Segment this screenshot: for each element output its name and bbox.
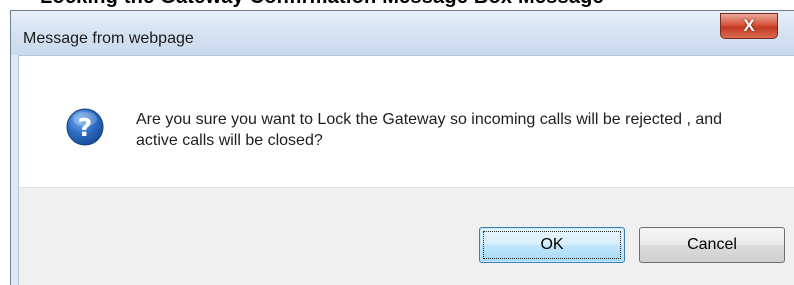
dialog-client-area: ? Are you sure you want to Lock the Gate… (18, 55, 794, 285)
message-area: ? Are you sure you want to Lock the Gate… (19, 56, 794, 187)
background-heading: Locking the Gateway Confirmation Message… (40, 0, 760, 9)
focus-rectangle (483, 231, 621, 259)
dialog-title: Message from webpage (23, 30, 194, 47)
close-button[interactable]: X (720, 13, 778, 39)
cancel-button[interactable]: Cancel (639, 227, 785, 263)
background-page-strip: Locking the Gateway Confirmation Message… (0, 0, 794, 10)
question-icon: ? (66, 108, 104, 146)
cancel-button-label: Cancel (687, 236, 737, 253)
svg-text:?: ? (78, 113, 93, 142)
dialog-titlebar[interactable]: Message from webpage X (11, 11, 794, 55)
message-dialog: Message from webpage X ? Are you sure yo… (10, 10, 794, 285)
close-icon: X (743, 16, 755, 35)
button-bar: OK Cancel (19, 187, 794, 285)
ok-button[interactable]: OK (479, 227, 625, 263)
message-text: Are you sure you want to Lock the Gatewa… (136, 111, 723, 149)
